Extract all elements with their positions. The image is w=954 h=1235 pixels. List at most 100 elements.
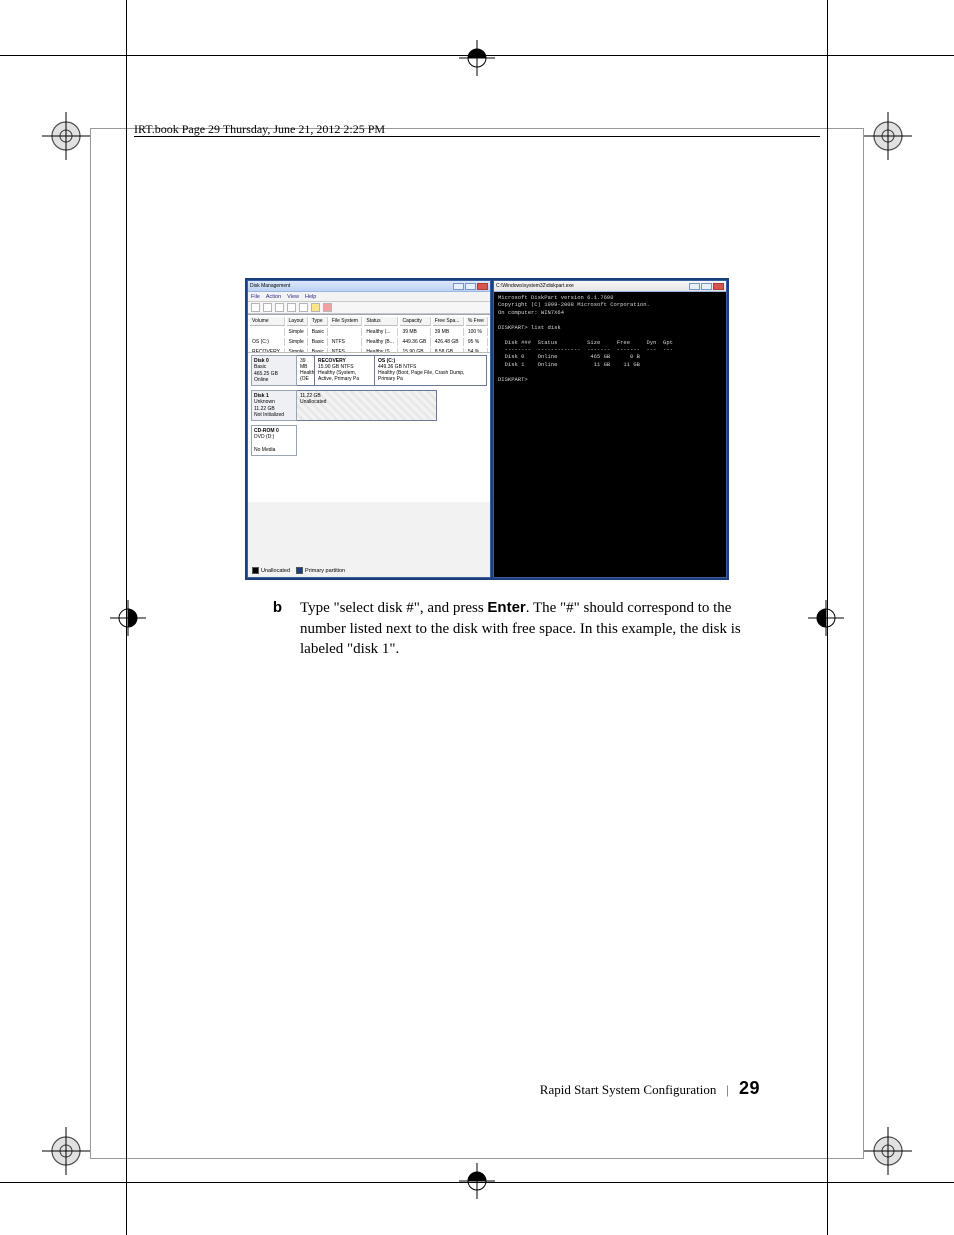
action-icon[interactable] <box>323 303 332 312</box>
con-line1: Microsoft DiskPart version 6.1.7600 <box>498 294 614 301</box>
guide-line-left <box>126 0 127 1235</box>
cdrom-label[interactable]: CD-ROM 0 DVD (D:) No Media <box>251 425 297 456</box>
instruction-step-b: b Type "select disk #", and press Enter.… <box>268 598 756 660</box>
show-hide-icon[interactable] <box>275 303 284 312</box>
con-line3: On computer: WIN7X64 <box>498 309 564 316</box>
registration-mark-bottom-right <box>864 1127 912 1175</box>
table-row[interactable]: OS (C:)SimpleBasicNTFSHealthy (B...449.3… <box>250 338 488 346</box>
col-layout[interactable]: Layout <box>287 317 308 326</box>
page-footer: Rapid Start System Configuration | 29 <box>540 1078 760 1099</box>
guide-line-right <box>827 0 828 1235</box>
col-pctfree[interactable]: % Free <box>466 317 488 326</box>
col-type[interactable]: Type <box>310 317 328 326</box>
registration-mark-top-left <box>42 112 90 160</box>
step-bullet: b <box>268 598 282 660</box>
help-icon[interactable] <box>311 303 320 312</box>
table-cell: 449.36 GB <box>400 338 430 346</box>
table-cell: Healthy (B... <box>364 338 398 346</box>
disk0-size: 465.25 GB <box>254 371 278 377</box>
registration-mark-top-center <box>459 40 495 76</box>
disk-management-window: Disk Management File Action View Help <box>247 280 491 578</box>
registration-mark-bottom-center <box>459 1163 495 1199</box>
page-frame-bottom <box>90 1158 864 1159</box>
table-cell: 39 MB <box>433 328 464 336</box>
con-title: C:\Windows\system32\diskpart.exe <box>496 283 574 289</box>
con-row0: Disk 0 Online 465 GB 0 B <box>498 353 640 360</box>
con-maximize-button[interactable] <box>701 283 712 290</box>
minimize-button[interactable] <box>453 283 464 290</box>
con-close-button[interactable] <box>713 283 724 290</box>
disk0-state: Online <box>254 377 268 383</box>
cdrom-row: CD-ROM 0 DVD (D:) No Media <box>251 425 487 456</box>
guide-line-top <box>0 55 954 56</box>
menu-action[interactable]: Action <box>266 294 281 300</box>
footer-separator: | <box>726 1082 729 1098</box>
cdrom-name: CD-ROM 0 <box>254 428 279 434</box>
running-header-rule <box>134 136 820 137</box>
table-cell: NTFS <box>330 338 363 346</box>
step-text: Type "select disk #", and press Enter. T… <box>300 598 756 660</box>
col-capacity[interactable]: Capacity <box>400 317 430 326</box>
legend-unallocated: Unallocated <box>261 568 290 574</box>
col-volume[interactable]: Volume <box>250 317 285 326</box>
disk1-kind: Unknown <box>254 399 275 405</box>
disk0-os-partition[interactable]: OS (C:) 449.36 GB NTFS Healthy (Boot, Pa… <box>375 355 487 386</box>
maximize-button[interactable] <box>465 283 476 290</box>
disk1-label[interactable]: Disk 1 Unknown 11.22 GB Not Initialized <box>251 390 297 421</box>
disk0-system-partition[interactable]: 39 MB Healthy (OE <box>297 355 315 386</box>
disk1-size: 11.22 GB <box>254 406 275 412</box>
menu-help[interactable]: Help <box>305 294 316 300</box>
disk1-name: Disk 1 <box>254 393 269 399</box>
col-free[interactable]: Free Spa... <box>433 317 464 326</box>
dm-legend: Unallocated Primary partition <box>252 567 345 574</box>
con-line2: Copyright (C) 1999-2008 Microsoft Corpor… <box>498 301 650 308</box>
properties-icon[interactable] <box>299 303 308 312</box>
table-cell: Basic <box>310 338 328 346</box>
table-cell: 100 % <box>466 328 488 336</box>
con-prompt2: DISKPART> <box>498 376 528 383</box>
cdrom-drive: DVD (D:) <box>254 434 274 440</box>
table-cell <box>250 328 285 336</box>
table-row[interactable]: SimpleBasicHealthy (...39 MB39 MB100 % <box>250 328 488 336</box>
running-header: IRT.book Page 29 Thursday, June 21, 2012… <box>134 122 385 137</box>
table-cell: OS (C:) <box>250 338 285 346</box>
con-titlebar[interactable]: C:\Windows\system32\diskpart.exe <box>494 281 726 292</box>
registration-mark-top-right <box>864 112 912 160</box>
dm-toolbar <box>248 302 490 314</box>
disk0-recov-status: Healthy (System, Active, Primary Pa <box>318 370 359 382</box>
refresh-icon[interactable] <box>287 303 296 312</box>
registration-mark-middle-left <box>110 600 146 636</box>
close-button[interactable] <box>477 283 488 290</box>
disk1-state: Not Initialized <box>254 412 284 418</box>
console-output[interactable]: Microsoft DiskPart version 6.1.7600 Copy… <box>494 292 726 385</box>
menu-view[interactable]: View <box>287 294 299 300</box>
dm-title: Disk Management <box>250 283 290 289</box>
col-status[interactable]: Status <box>364 317 398 326</box>
guide-line-bottom <box>0 1182 954 1183</box>
table-cell: Simple <box>287 338 308 346</box>
page-number: 29 <box>739 1078 760 1099</box>
disk1-unalloc-label: Unallocated <box>300 399 326 405</box>
disk0-row: Disk 0 Basic 465.25 GB Online 39 MB Heal… <box>251 355 487 386</box>
disk1-row: Disk 1 Unknown 11.22 GB Not Initialized … <box>251 390 487 421</box>
step-text-1: Type "select disk #", and press <box>300 600 487 616</box>
disk0-sys-status: Healthy (OE <box>300 370 315 382</box>
disk0-recovery-partition[interactable]: RECOVERY 15.90 GB NTFS Healthy (System, … <box>315 355 375 386</box>
volume-table: Volume Layout Type File System Status Ca… <box>248 314 490 352</box>
step-key: Enter <box>487 599 525 616</box>
section-title: Rapid Start System Configuration <box>540 1082 717 1098</box>
registration-mark-middle-right <box>808 600 844 636</box>
col-filesystem[interactable]: File System <box>330 317 363 326</box>
menu-file[interactable]: File <box>251 294 260 300</box>
back-icon[interactable] <box>251 303 260 312</box>
disk1-unallocated[interactable]: 11.22 GB Unallocated <box>297 390 437 421</box>
disk0-sys-size: 39 MB <box>300 358 308 370</box>
diskpart-window: C:\Windows\system32\diskpart.exe Microso… <box>493 280 727 578</box>
table-cell: Healthy (... <box>364 328 398 336</box>
table-cell: 95 % <box>466 338 488 346</box>
disk0-label[interactable]: Disk 0 Basic 465.25 GB Online <box>251 355 297 386</box>
forward-icon[interactable] <box>263 303 272 312</box>
registration-mark-bottom-left <box>42 1127 90 1175</box>
con-minimize-button[interactable] <box>689 283 700 290</box>
dm-titlebar[interactable]: Disk Management <box>248 281 490 292</box>
